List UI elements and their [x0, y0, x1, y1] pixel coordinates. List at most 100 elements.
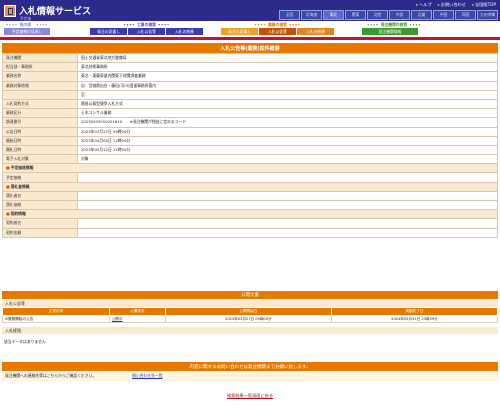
detail-row: 業務区分 土木コンサル業務 [2, 108, 498, 119]
contact-text: 発注機関への連絡先等はこちらからご確認ください。 [5, 373, 97, 378]
region-tab-1[interactable]: 北海道 [301, 10, 322, 20]
search-nav: ••••予定価格の検索••••予定価格の見直し••••工事の検索••••発注の見… [0, 16, 500, 37]
result-section-label: 入札経過 [2, 327, 498, 334]
region-tab-6[interactable]: 近畿 [411, 10, 432, 20]
detail-value: 自：宮城県仙台・藤田(河川)国道事務所管内 [77, 80, 498, 91]
region-tab-3[interactable]: 関東 [345, 10, 366, 20]
section-label: 予定価格情報 [2, 163, 498, 174]
detail-row: 業務名称 東北・東藤東道内関東下技関調査業務 [2, 71, 498, 82]
nav-button-2-2[interactable]: 入札の結果 [297, 28, 334, 35]
region-tab-8[interactable]: 四国 [455, 10, 476, 20]
region-tab-7[interactable]: 中国 [433, 10, 454, 20]
nav-button-0-0[interactable]: 予定価格の見直し [4, 28, 50, 35]
detail-row: 業務対象地域 自：宮城県仙台・藤田(河川)国道事務所管内 [2, 80, 498, 91]
table-cell: ※業務開始の公告 [2, 315, 110, 323]
back-to-results-link[interactable]: 検索結果一覧画面に戻る [0, 393, 500, 399]
detail-value: 2023年05月12日 11時00分 [77, 144, 498, 156]
nav-group-title: •••• 発注機関の検索 •••• [362, 21, 426, 28]
nav-button-3-0[interactable]: 発注機関情報 [362, 28, 418, 35]
detail-value: 東北技術事務所 [77, 62, 498, 73]
region-tab-0[interactable]: 全国 [279, 10, 300, 20]
detail-label: 予定価格 [2, 172, 78, 183]
contact-link[interactable]: お問い合わせ [438, 2, 466, 8]
nav-group-0: ••••予定価格の検索••••予定価格の見直し [4, 16, 50, 36]
detail-value: 至： [77, 89, 498, 100]
nav-group-label: 発注機関の検索 [380, 21, 408, 27]
region-tab-4[interactable]: 北陸 [367, 10, 388, 20]
nav-button-1-0[interactable]: 発注の見通し [90, 28, 127, 35]
table-row: ※業務開始の公告 公開中 2023年03月27日 09時00分 2024年05月31日… [2, 315, 499, 323]
contact-list-link[interactable]: 問い合わせ先一覧 [132, 373, 162, 379]
detail-row: 予定価格 [2, 172, 498, 183]
detail-label: 調達番号 [2, 117, 78, 128]
detail-table: 発注機関 国土交通省東北地方整備局 担当部・事務所 東北技術事務所 業務名称 東北・東藤東… [2, 52, 498, 238]
detail-row: 至： [2, 89, 498, 100]
nav-group-title: ••••予定価格の検索•••• [4, 16, 50, 33]
detail-row: 調達番号 20230203010201610 ※発注機関が独自に定めるコード [2, 117, 498, 128]
top-links: ヘルプ お問い合わせ 全国版TOP [416, 2, 496, 8]
site-logo[interactable]: 入札情報サービス [4, 4, 91, 17]
nav-group-title: •••• 工事の検索 •••• [90, 21, 203, 28]
detail-value: 東北・東藤東道内関東下技関調査業務 [77, 71, 498, 82]
detail-label: 落札者名 [2, 190, 78, 202]
detail-value: 国土交通省東北地方整備局 [77, 52, 498, 64]
detail-value: 20230203010201610 ※発注機関が独自に定めるコード [77, 117, 498, 128]
detail-label [2, 89, 78, 100]
detail-value [77, 227, 498, 238]
no-data-text: 該当データはありません [4, 339, 46, 344]
section-row: 契約情報 [2, 209, 498, 220]
detail-value: 簡易公募型競争入札方式 [77, 98, 498, 110]
nav-group-2: •••• 業務の検索 •••• 発注の見通し 入札公告等 入札の結果 [221, 22, 334, 36]
detail-value: 対象 [77, 154, 498, 165]
detail-row: 担当部・事務所 東北技術事務所 [2, 62, 498, 73]
nav-group-title: •••• 業務の検索 •••• [221, 21, 334, 28]
detail-row: 開札日時 2023年05月12日 11時00分 [2, 144, 498, 156]
region-tab-9[interactable]: 九州沖縄 [477, 10, 498, 20]
nav-group-label: 工事の検索 [137, 21, 156, 27]
detail-row: 契約金額 [2, 227, 498, 238]
nav-button-1-1[interactable]: 入札公告等 [128, 28, 165, 35]
dots-decoration: •••• [409, 22, 421, 27]
section-row: 落札者情報 [2, 181, 498, 192]
notice-section-label: 入札公告等 [2, 300, 498, 307]
section-label: 落札者情報 [2, 181, 498, 192]
detail-row: 落札者名 [2, 190, 498, 202]
detail-value: 土木コンサル業務 [77, 108, 498, 119]
detail-row: 契約者名 [2, 218, 498, 229]
detail-row: 開始日時 2023年04月05日 12時00分 [2, 135, 498, 146]
nav-group-label: 業務の検索 [268, 21, 287, 27]
detail-label: 公告日時 [2, 126, 78, 137]
nav-divider [0, 37, 500, 40]
nav-group-1: •••• 工事の検索 •••• 発注の見通し 入札公告等 入札の結果 [90, 22, 203, 36]
column-header: 掲載終了日 [330, 307, 499, 316]
detail-row: 入札契約方式 簡易公募型競争入札方式 [2, 98, 498, 110]
national-top-link[interactable]: 全国版TOP [472, 2, 496, 8]
detail-label: 担当部・事務所 [2, 62, 78, 73]
public-docs-header: 公開文書 [2, 291, 498, 299]
nav-button-1-2[interactable]: 入札の結果 [166, 28, 203, 35]
detail-value [77, 199, 498, 211]
region-tab-5[interactable]: 中部 [389, 10, 410, 20]
column-header: 文書名称 [2, 307, 110, 316]
detail-label: 発注機関 [2, 52, 78, 64]
section-label: 契約情報 [2, 209, 498, 220]
detail-label: 開札日時 [2, 144, 78, 156]
detail-label: 電子入札対象 [2, 154, 78, 165]
dots-decoration: •••• [288, 22, 301, 27]
nav-group-3: •••• 発注機関の検索 •••• 発注機関情報 [362, 22, 426, 36]
help-link[interactable]: ヘルプ [416, 2, 432, 8]
detail-label: 業務対象地域 [2, 80, 78, 91]
dots-decoration: •••• [6, 22, 18, 27]
detail-row: 電子入札対象 対象 [2, 154, 498, 165]
detail-value: 2023年04月05日 12時00分 [77, 135, 498, 146]
contact-row: 発注機関への連絡先等はこちらからご確認ください。 問い合わせ先一覧 [2, 371, 498, 381]
table-cell: 2023年03月27日 09時00分 [164, 315, 332, 323]
region-tab-2[interactable]: 東北 [323, 10, 344, 20]
detail-label: 入札契約方式 [2, 98, 78, 110]
detail-value [77, 218, 498, 229]
nav-button-2-0[interactable]: 発注の見通し [221, 28, 258, 35]
status-link[interactable]: 公開中 [112, 317, 123, 321]
nav-button-2-1[interactable]: 入札公告等 [259, 28, 296, 35]
dots-decoration: •••• [123, 22, 135, 27]
detail-row: 公告日時 2023年03月27日 09時00分 [2, 126, 498, 137]
